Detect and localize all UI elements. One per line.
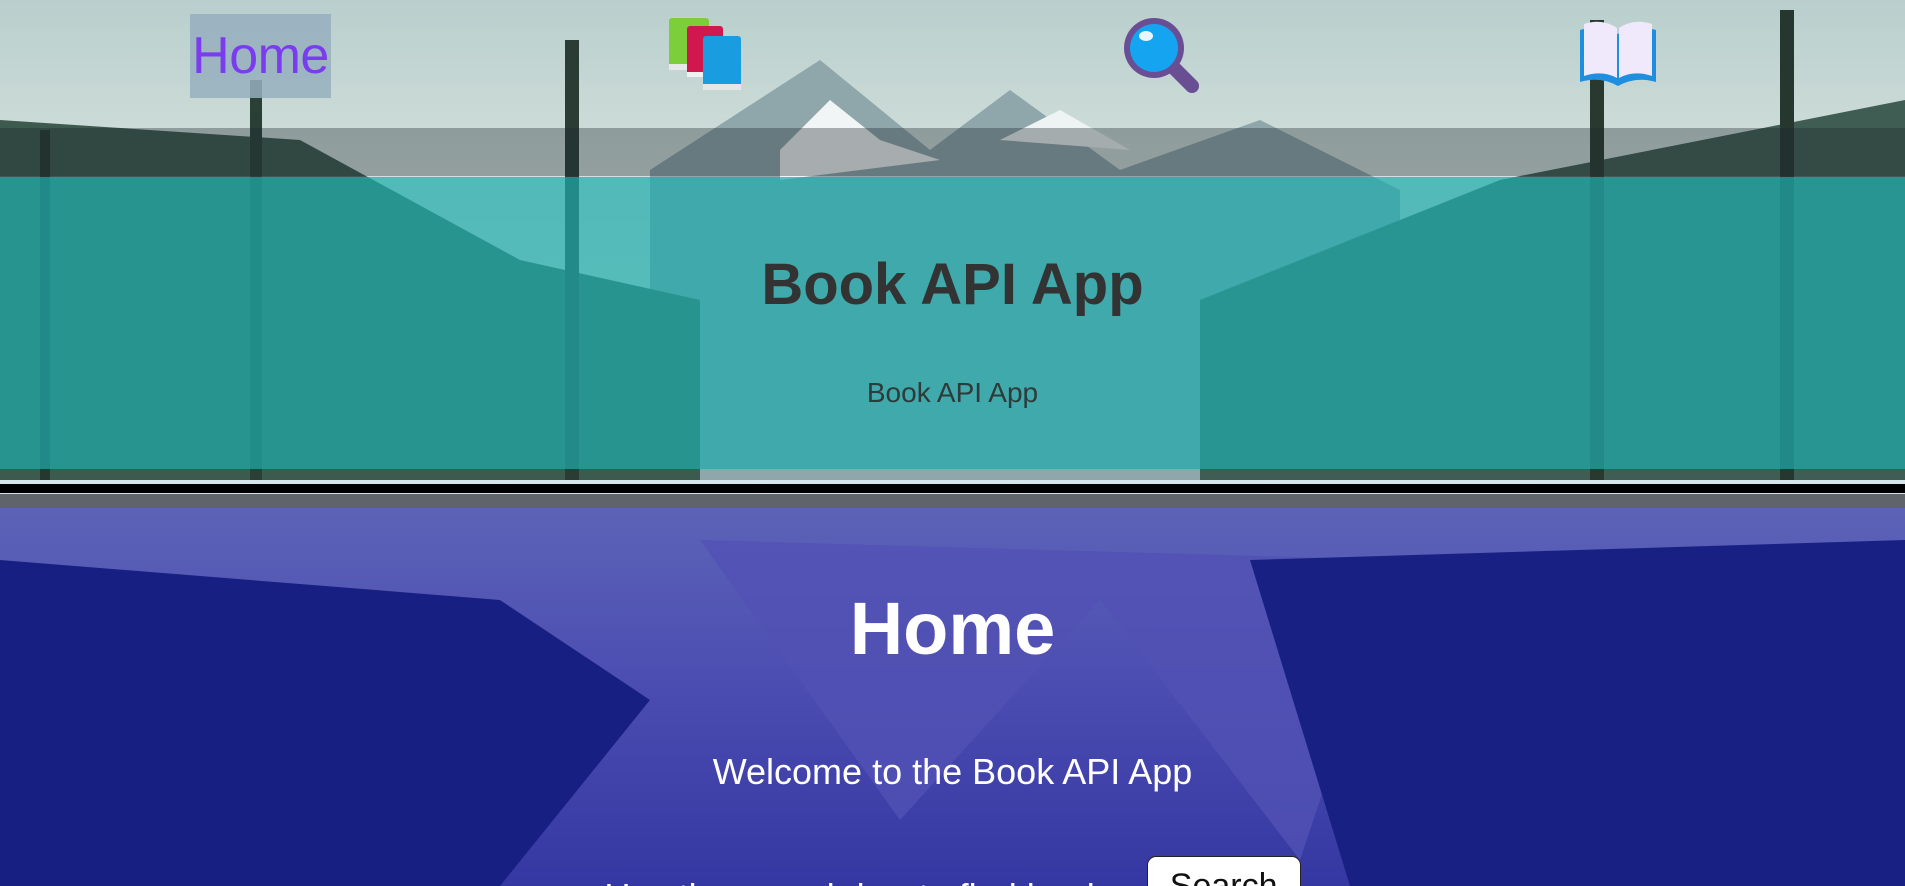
nav-home-link[interactable]: Home: [190, 14, 331, 98]
search-prompt-text: Use the search bar to find books:: [604, 876, 1132, 886]
nav-read-link[interactable]: [1576, 14, 1660, 98]
nav-shadow-strip: [0, 128, 1905, 176]
books-stack-icon: [663, 14, 747, 99]
app-title: Book API App: [761, 252, 1144, 317]
search-row: Use the search bar to find books: Search: [0, 856, 1905, 886]
header-banner: Book API App Book API App: [0, 177, 1905, 469]
nav-books-link[interactable]: [660, 14, 750, 98]
search-button[interactable]: Search: [1146, 856, 1301, 886]
app-subtitle: Book API App: [866, 377, 1039, 408]
nav-search-link[interactable]: [1118, 14, 1202, 98]
section-divider-shadow: [0, 494, 1905, 508]
open-book-icon: [1576, 16, 1660, 97]
magnifying-glass-icon: [1118, 12, 1202, 101]
section-divider: [0, 484, 1905, 493]
home-section: Home Welcome to the Book API App Use the…: [0, 508, 1905, 886]
top-navigation: Home: [0, 0, 1905, 176]
page: Home Book API App Book API App Home Welc…: [0, 0, 1905, 886]
welcome-text: Welcome to the Book API App: [712, 751, 1193, 792]
page-title: Home: [849, 587, 1056, 670]
